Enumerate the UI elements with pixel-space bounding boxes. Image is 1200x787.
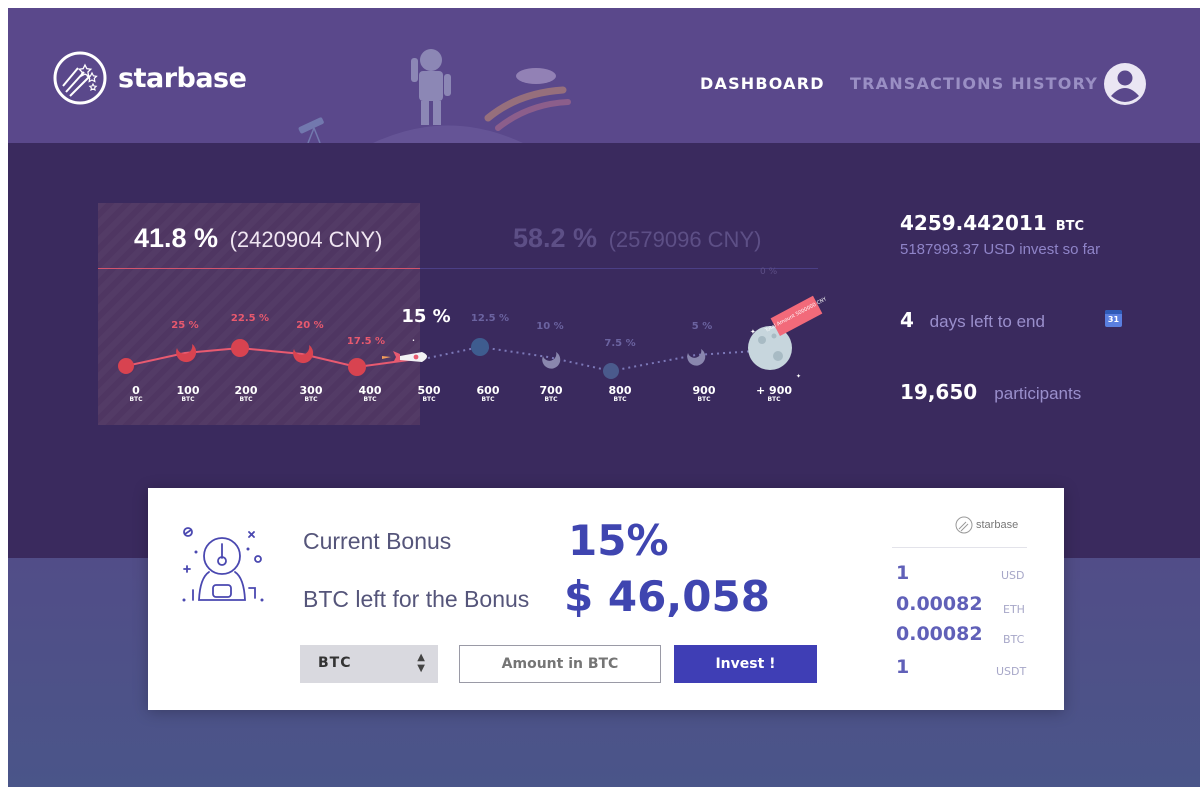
nav-transactions-history[interactable]: TRANSACTIONS HISTORY: [850, 74, 1098, 93]
participants-value: 19,650: [900, 380, 978, 404]
raised-cny: (2420904 CNY): [229, 227, 383, 252]
tick-500: 500 BTC: [418, 385, 441, 404]
tick-unit: BTC: [239, 396, 253, 403]
planet-800: [603, 363, 619, 379]
svg-text:•: •: [412, 338, 415, 344]
milestone-bonus-600: 12.5 %: [470, 313, 510, 324]
app-frame: starbase DASHBOARD TRANSACTIONS HISTORY …: [8, 8, 1200, 787]
tick-900: 900 BTC: [693, 385, 716, 404]
user-avatar-icon[interactable]: [1102, 61, 1148, 107]
milestone-path: Total Amount 5000000 CNY ✦ ✦ •: [118, 295, 829, 380]
currency-select-value: BTC: [318, 655, 352, 671]
tick-200: 200 BTC: [235, 385, 258, 404]
milestone-bonus-800: 7.5 %: [604, 338, 636, 349]
planet-600: [471, 338, 489, 356]
btc-total-unit: BTC: [1055, 219, 1085, 234]
remaining-percent-value: 58.2 %: [513, 223, 598, 253]
tick-600: 600 BTC: [477, 385, 500, 404]
tick-300: 300 BTC: [300, 385, 323, 404]
invest-panel: Current Bonus BTC left for the Bonus 15%…: [148, 488, 1064, 710]
brand-logo[interactable]: starbase: [52, 50, 247, 106]
tick-unit: BTC: [613, 396, 627, 403]
milestone-bonus-300: 20 %: [296, 320, 324, 331]
tick-unit: BTC: [767, 396, 781, 403]
remaining-cny: (2579096 CNY): [608, 227, 762, 252]
current-bonus-label: Current Bonus: [303, 528, 452, 554]
btc-total: 4259.442011 BTC: [900, 211, 1084, 235]
progress-divider-remaining: [420, 268, 818, 269]
tick-unit: BTC: [481, 396, 495, 403]
starbase-logo-icon: [955, 516, 973, 534]
tick-unit: BTC: [544, 396, 558, 403]
rate-usdt-value: 1: [896, 656, 910, 678]
milestone-bonus-900: 5 %: [691, 321, 713, 332]
amount-input[interactable]: [459, 645, 661, 683]
telescope-icon: [298, 117, 324, 143]
progress-divider-done: [98, 268, 420, 269]
milestone-bonus-100: 25 %: [171, 320, 199, 331]
astronaut-icon: [182, 527, 264, 602]
current-bonus-value: 15%: [568, 516, 669, 565]
milestone-bonus-200: 22.5 %: [230, 313, 270, 324]
btc-total-value: 4259.442011: [900, 211, 1047, 235]
btc-left-value: $ 46,058: [564, 572, 770, 621]
milestone-bonus-500-current: 15 %: [401, 306, 451, 327]
tick-700: 700 BTC: [540, 385, 563, 404]
tick-0: 0 BTC: [129, 385, 142, 404]
days-left-label: days left to end: [929, 312, 1045, 331]
mini-brand-logo: starbase: [955, 516, 1018, 534]
header-illustration: [298, 49, 571, 143]
moon-icon: [542, 352, 561, 369]
raised-percent: 41.8 % (2420904 CNY): [134, 223, 382, 254]
rate-usd-unit: USD: [1001, 569, 1025, 582]
tick-900-plus: + 900 BTC: [756, 385, 792, 404]
btc-left-label: BTC left for the Bonus: [303, 586, 530, 612]
days-left: 4 days left to end: [900, 308, 1045, 332]
currency-select[interactable]: BTC ▲ ▼: [300, 645, 438, 683]
participants: 19,650 participants: [900, 380, 1081, 404]
tick-800: 800 BTC: [609, 385, 632, 404]
calendar-icon[interactable]: 31: [1105, 310, 1122, 327]
svg-text:✦: ✦: [796, 373, 801, 380]
planet-0: [118, 358, 134, 374]
tick-unit: BTC: [363, 396, 377, 403]
tick-400: 400 BTC: [359, 385, 382, 404]
tick-unit: BTC: [129, 396, 143, 403]
destination-moon-icon: Total Amount 5000000 CNY: [748, 295, 829, 370]
tick-unit: BTC: [422, 396, 436, 403]
select-arrows-icon: ▲ ▼: [417, 652, 426, 674]
invest-button[interactable]: Invest !: [674, 645, 817, 683]
usd-invested: 5187993.37 USD invest so far: [900, 241, 1101, 258]
planet-400: [348, 358, 366, 376]
tick-unit: BTC: [697, 396, 711, 403]
mini-brand-name: starbase: [976, 519, 1019, 531]
tick-unit: BTC: [181, 396, 195, 403]
top-header: starbase DASHBOARD TRANSACTIONS HISTORY: [8, 8, 1200, 143]
svg-text:✦: ✦: [750, 328, 756, 336]
starbase-logo-icon: [53, 51, 107, 105]
remaining-percent: 58.2 % (2579096 CNY): [513, 223, 761, 254]
rate-btc-unit: BTC: [1003, 633, 1025, 646]
raised-percent-value: 41.8 %: [134, 223, 219, 253]
days-left-value: 4: [900, 308, 914, 332]
moon-icon: [687, 349, 706, 366]
astronaut-icon: [411, 49, 451, 125]
rate-usd-value: 1: [896, 562, 910, 584]
participants-label: participants: [994, 384, 1082, 403]
tick-100: 100 BTC: [177, 385, 200, 404]
rate-eth-unit: ETH: [1003, 603, 1025, 616]
nav-dashboard[interactable]: DASHBOARD: [700, 74, 825, 93]
rate-btc-value: 0.00082: [896, 623, 983, 645]
brand-name: starbase: [118, 62, 247, 94]
tick-unit: BTC: [304, 396, 318, 403]
milestone-track: Total Amount 5000000 CNY ✦ ✦ • 25 % 22.5…: [98, 270, 838, 430]
rates-divider: [892, 547, 1027, 548]
milestone-bonus-400: 17.5 %: [346, 336, 386, 347]
milestone-bonus-700: 10 %: [536, 321, 564, 332]
rate-eth-value: 0.00082: [896, 593, 983, 615]
rate-usdt-unit: USDT: [996, 665, 1027, 678]
shooting-stars-icon: [484, 68, 571, 131]
planet-200: [231, 339, 249, 357]
